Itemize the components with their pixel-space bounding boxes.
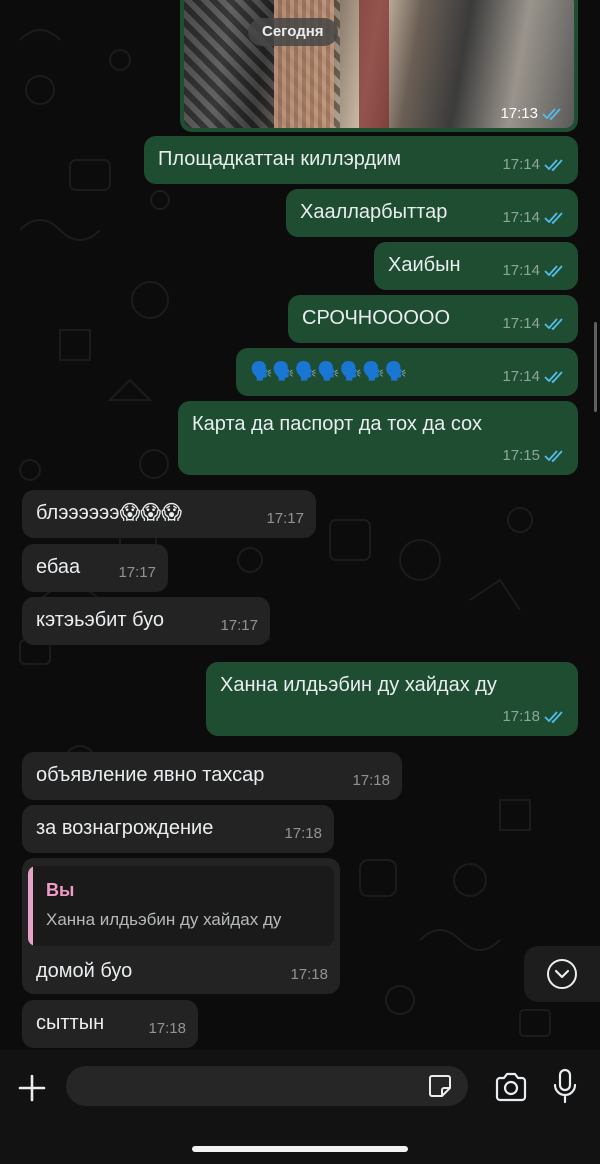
message-time: 17:15 xyxy=(502,447,540,464)
message-time: 17:17 xyxy=(266,510,304,527)
message-text: СРОЧНООООО xyxy=(302,307,451,329)
message-input[interactable] xyxy=(66,1066,468,1106)
home-indicator[interactable] xyxy=(192,1146,408,1152)
incoming-message[interactable]: кэтэьэбит буо 17:17 xyxy=(22,597,270,645)
message-meta: 17:15 xyxy=(502,443,566,469)
message-text: Карта да паспорт да тох да сох xyxy=(192,413,482,435)
plus-icon xyxy=(18,1074,46,1102)
message-meta: 17:14 xyxy=(502,258,566,284)
message-time: 17:14 xyxy=(502,209,540,226)
message-meta: 17:17 xyxy=(220,613,258,639)
message-meta: 17:14 xyxy=(502,364,566,390)
double-check-icon xyxy=(544,711,563,724)
message-time: 17:18 xyxy=(352,772,390,789)
image-message[interactable]: 17:13 xyxy=(180,0,578,132)
message-text: Хаалларбыттар xyxy=(300,201,448,223)
message-text: Хаибын xyxy=(388,254,461,276)
message-time: 17:17 xyxy=(220,617,258,634)
scroll-to-bottom-button[interactable] xyxy=(524,946,600,1002)
outgoing-message[interactable]: Ханна илдьэбин ду хайдах ду 17:18 xyxy=(206,662,578,736)
message-meta: 17:17 xyxy=(118,560,156,586)
message-time: 17:18 xyxy=(290,966,328,983)
message-text: Ханна илдьэбин ду хайдах ду xyxy=(220,674,497,696)
camera-button[interactable] xyxy=(492,1068,530,1106)
message-text: ебаа xyxy=(36,556,81,578)
voice-message-button[interactable] xyxy=(548,1066,582,1106)
sticker-icon xyxy=(429,1075,451,1097)
quote-text: Ханна илдьэбин ду хайдах ду xyxy=(46,910,282,929)
incoming-message[interactable]: ебаа 17:17 xyxy=(22,544,168,592)
message-time: 17:14 xyxy=(502,156,540,173)
double-check-icon xyxy=(544,212,563,225)
double-check-icon xyxy=(544,318,563,331)
double-check-icon xyxy=(544,371,563,384)
message-meta: 17:18 xyxy=(148,1016,186,1042)
attach-button[interactable] xyxy=(12,1068,52,1108)
double-check-icon xyxy=(544,450,563,463)
message-meta: 17:14 xyxy=(502,152,566,178)
message-meta: 17:14 xyxy=(502,205,566,231)
outgoing-message[interactable]: Хаалларбыттар 17:14 xyxy=(286,189,578,237)
message-meta: 17:14 xyxy=(502,311,566,337)
reply-quote[interactable]: Вы Ханна илдьэбин ду хайдах ду xyxy=(28,866,334,946)
message-time: 17:14 xyxy=(502,315,540,332)
message-time: 17:18 xyxy=(284,825,322,842)
message-text: объявление явно тахсар xyxy=(36,764,265,786)
message-time: 17:14 xyxy=(502,262,540,279)
message-meta: 17:17 xyxy=(266,506,304,532)
outgoing-message[interactable]: Карта да паспорт да тох да сох 17:15 xyxy=(178,401,578,475)
outgoing-message[interactable]: Площадкаттан киллэрдим 17:14 xyxy=(144,136,578,184)
message-time: 17:14 xyxy=(502,368,540,385)
message-meta: 17:18 xyxy=(352,768,390,794)
message-text: кэтэьэбит буо xyxy=(36,609,164,631)
incoming-message[interactable]: сыттын 17:18 xyxy=(22,1000,198,1048)
incoming-message[interactable]: блээээээ😱😱😱 17:17 xyxy=(22,490,316,538)
message-time: 17:18 xyxy=(502,708,540,725)
chevron-down-icon xyxy=(547,959,577,989)
camera-icon xyxy=(495,1072,527,1102)
double-check-icon xyxy=(544,159,563,172)
message-time: 17:13 xyxy=(500,105,538,122)
message-text: блээээээ😱😱😱 xyxy=(36,502,183,524)
date-separator: Сегодня xyxy=(248,18,338,46)
incoming-message[interactable]: объявление явно тахсар 17:18 xyxy=(22,752,402,800)
scrollbar-thumb[interactable] xyxy=(594,322,597,412)
message-time: 17:18 xyxy=(148,1020,186,1037)
message-text: домой буо xyxy=(36,960,133,982)
outgoing-message[interactable]: 🗣️🗣️🗣️🗣️🗣️🗣️🗣️ 17:14 xyxy=(236,348,578,396)
microphone-icon xyxy=(553,1068,577,1104)
message-meta: 17:18 xyxy=(502,704,566,730)
double-check-icon xyxy=(542,107,561,120)
message-text: 🗣️🗣️🗣️🗣️🗣️🗣️🗣️ xyxy=(250,361,407,381)
message-text: за вознагрождение xyxy=(36,817,214,839)
message-meta: 17:18 xyxy=(284,821,322,847)
message-text: сыттын xyxy=(36,1012,105,1034)
quote-author: Вы xyxy=(46,880,75,900)
quote-accent-bar xyxy=(28,866,33,946)
outgoing-message[interactable]: СРОЧНООООО 17:14 xyxy=(288,295,578,343)
sticker-button[interactable] xyxy=(424,1070,456,1102)
incoming-message[interactable]: за вознагрождение 17:18 xyxy=(22,805,334,853)
message-meta: 17:18 xyxy=(290,962,328,988)
message-text: Площадкаттан киллэрдим xyxy=(158,148,402,170)
message-time: 17:17 xyxy=(118,564,156,581)
double-check-icon xyxy=(544,265,563,278)
message-meta: 17:13 xyxy=(500,105,564,122)
photo-detail-red xyxy=(359,0,389,128)
outgoing-message[interactable]: Хаибын 17:14 xyxy=(374,242,578,290)
